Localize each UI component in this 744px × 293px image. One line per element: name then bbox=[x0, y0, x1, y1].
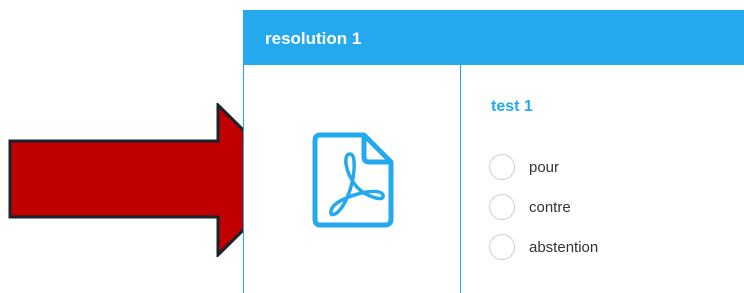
radio-pour[interactable] bbox=[489, 154, 515, 180]
vote-options: pour contre abstention bbox=[489, 147, 598, 267]
radio-abstention[interactable] bbox=[489, 234, 515, 260]
option-label: pour bbox=[529, 158, 560, 176]
resolution-card: resolution 1 test 1 pour contre abstenti… bbox=[243, 10, 744, 293]
screen: resolution 1 test 1 pour contre abstenti… bbox=[0, 0, 744, 293]
pdf-file-icon[interactable] bbox=[312, 132, 394, 228]
card-header: resolution 1 bbox=[244, 10, 744, 65]
resolution-title: resolution 1 bbox=[265, 29, 362, 48]
option-pour[interactable]: pour bbox=[489, 147, 598, 187]
radio-contre[interactable] bbox=[489, 194, 515, 220]
question-title: test 1 bbox=[491, 98, 533, 115]
option-label: abstention bbox=[529, 238, 599, 256]
option-contre[interactable]: contre bbox=[489, 187, 598, 227]
option-abstention[interactable]: abstention bbox=[489, 227, 598, 267]
column-divider bbox=[460, 65, 461, 293]
option-label: contre bbox=[529, 198, 571, 216]
